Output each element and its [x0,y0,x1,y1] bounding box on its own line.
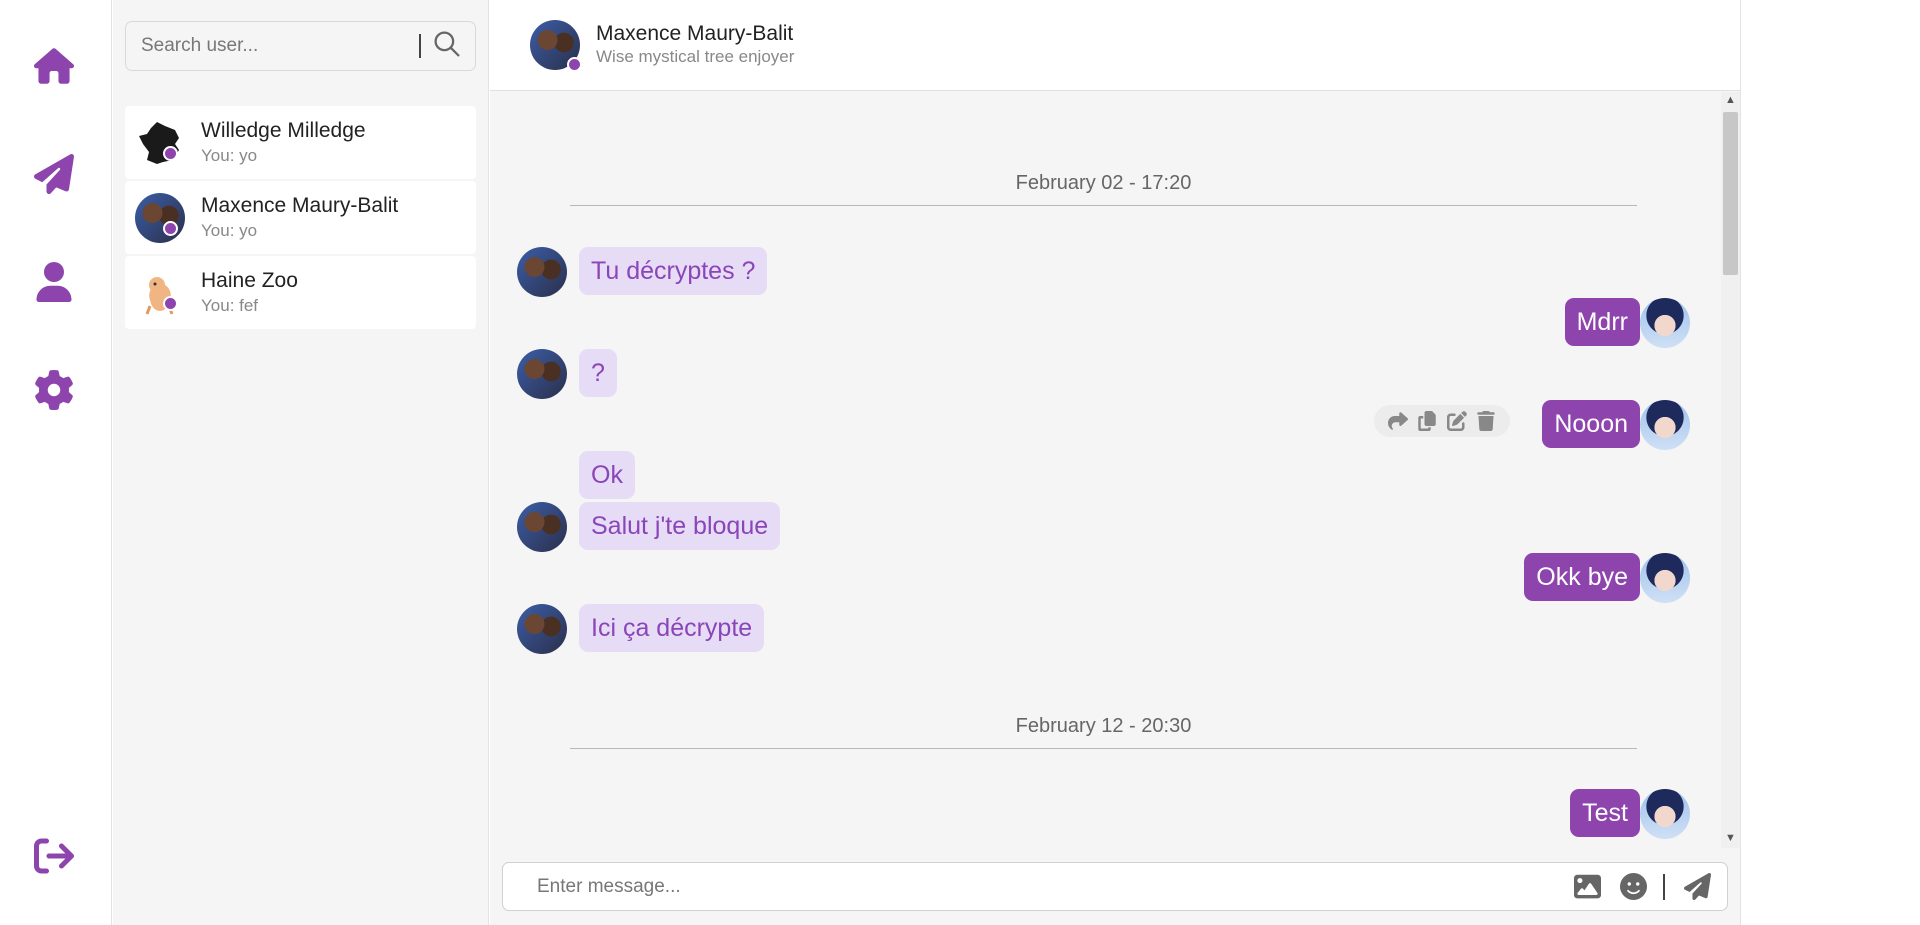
message-bubble-incoming[interactable]: Tu décryptes ? [579,247,768,295]
contact-item-willedge-milledge[interactable]: Willedge Milledge You: yo [125,106,476,179]
nav-rail [0,0,112,925]
contact-name: Maxence Maury-Balit [201,194,399,217]
contact-avatar [135,118,185,168]
scroll-down-icon[interactable]: ▼ [1725,833,1736,844]
contact-name: Willedge Milledge [201,119,366,142]
edit-icon[interactable] [1446,410,1468,432]
contact-item-maxence-maury-balit[interactable]: Maxence Maury-Balit You: yo [125,181,476,254]
contact-name: Haine Zoo [201,269,298,292]
date-divider [570,205,1637,206]
online-indicator [163,146,178,161]
online-indicator [163,296,178,311]
message-avatar [1640,298,1690,348]
contact-last-message: You: yo [201,146,258,165]
message-bubble-outgoing[interactable]: Test [1570,789,1640,837]
chat-header: Maxence Maury-Balit Wise mystical tree e… [490,0,1740,91]
message-bubble-incoming[interactable]: ? [579,349,617,397]
message-scrollbar[interactable]: ▲ ▼ [1721,92,1740,848]
user-icon[interactable] [32,260,76,304]
chat-title: Maxence Maury-Balit [596,22,794,45]
contact-avatar [135,193,185,243]
online-indicator [163,221,178,236]
chat-panel: Maxence Maury-Balit Wise mystical tree e… [490,0,1740,925]
right-empty-area [1740,0,1920,925]
search-icon[interactable] [433,30,465,62]
message-avatar [517,502,567,552]
message-avatar [1640,553,1690,603]
copy-icon[interactable] [1416,410,1438,432]
scrollbar-thumb[interactable] [1723,112,1738,275]
trash-icon[interactable] [1475,410,1497,432]
paper-plane-icon[interactable] [32,152,76,196]
date-separator-label: February 02 - 17:20 [1015,172,1192,194]
send-icon[interactable] [1681,871,1713,903]
message-bubble-outgoing[interactable]: Mdrr [1564,298,1640,346]
message-avatar [517,604,567,654]
forward-icon[interactable] [1387,410,1409,432]
date-divider [570,748,1637,749]
message-bubble-incoming[interactable]: Salut j'te bloque [579,502,781,550]
search-separator [419,34,421,58]
message-avatar [517,247,567,297]
search-box [125,21,476,71]
message-avatar [1640,789,1690,839]
search-input[interactable] [126,22,419,70]
contact-item-haine-zoo[interactable]: Haine Zoo You: fef [125,256,476,329]
message-composer [502,862,1728,911]
message-avatar [1640,400,1690,450]
contacts-panel: Willedge Milledge You: yo Maxence Maury-… [113,0,489,925]
emoji-icon[interactable] [1617,871,1649,903]
scroll-up-icon[interactable]: ▲ [1725,95,1736,106]
contact-last-message: You: fef [201,296,259,315]
gear-icon[interactable] [32,368,76,412]
home-icon[interactable] [32,44,76,88]
message-avatar [517,349,567,399]
composer-separator [1663,873,1665,900]
date-separator-label: February 12 - 20:30 [1015,715,1192,737]
contact-avatar [135,268,185,318]
message-bubble-incoming[interactable]: Ici ça décrypte [579,604,765,652]
image-icon[interactable] [1571,871,1603,903]
message-bubble-outgoing[interactable]: Nooon [1542,400,1640,448]
message-bubble-incoming[interactable]: Ok [579,451,635,499]
chat-subtitle: Wise mystical tree enjoyer [596,47,795,66]
message-bubble-outgoing[interactable]: Okk bye [1524,553,1640,601]
message-list: February 02 - 17:20 Tu décryptes ? Mdrr … [490,92,1740,848]
message-actions [1374,405,1510,437]
logout-icon[interactable] [32,834,76,878]
contact-last-message: You: yo [201,221,258,240]
message-input[interactable] [503,863,1571,910]
online-indicator [567,57,582,72]
